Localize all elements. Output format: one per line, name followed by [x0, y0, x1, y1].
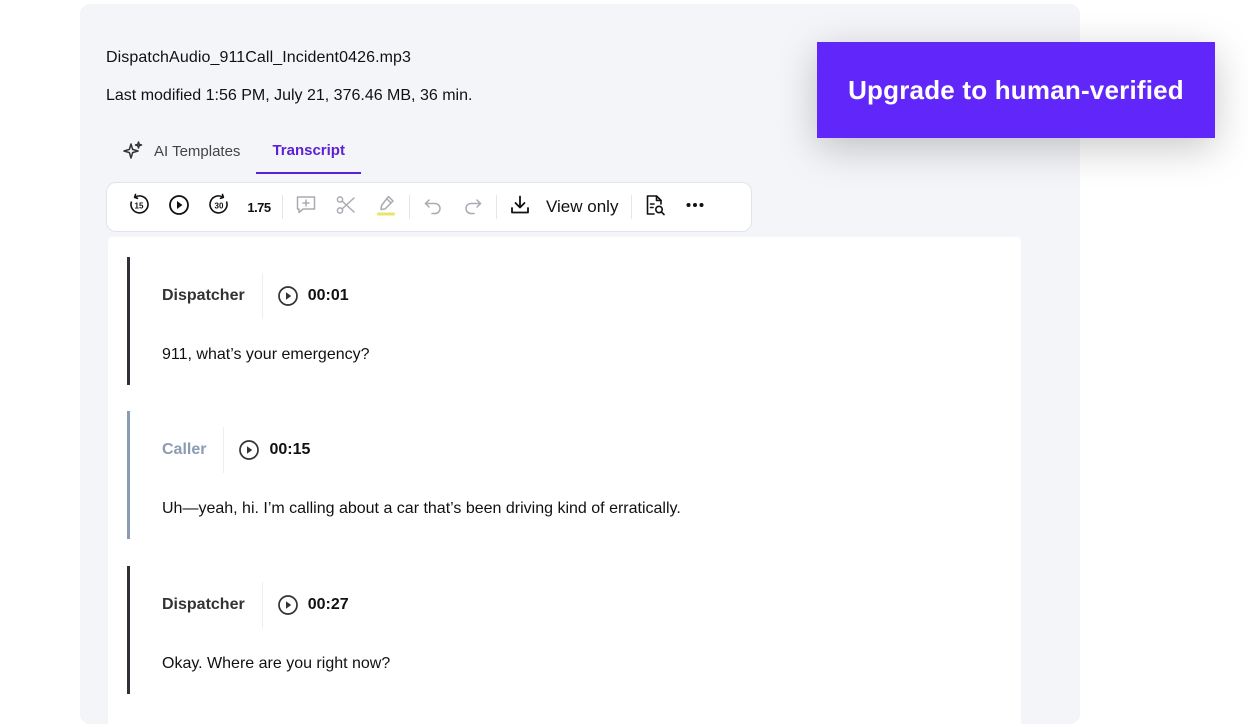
transcript-toolbar: 15 30 1.75 View only	[106, 182, 752, 232]
segment-timestamp: 00:01	[307, 287, 349, 304]
segment-play-button[interactable]: 00:27	[277, 594, 349, 616]
cut-button[interactable]	[326, 187, 366, 227]
rewind-15-button[interactable]: 15	[119, 187, 159, 227]
segment-timestamp: 00:27	[307, 596, 349, 613]
toolbar-divider	[496, 195, 497, 219]
speaker-bar	[127, 411, 130, 539]
download-button[interactable]	[500, 187, 540, 227]
segment-header: Dispatcher 00:27	[162, 582, 349, 628]
transcript-content: Dispatcher 00:01 911, what’s your emerge…	[108, 237, 1021, 727]
speaker-name[interactable]: Dispatcher	[162, 273, 263, 319]
segment-text: Uh—yeah, hi. I’m calling about a car tha…	[162, 500, 681, 517]
segment-header: Dispatcher 00:01	[162, 273, 349, 319]
more-icon	[683, 193, 707, 222]
segment-header: Caller 00:15	[162, 427, 310, 473]
undo-button[interactable]	[413, 187, 453, 227]
speaker-bar	[127, 566, 130, 694]
speaker-name[interactable]: Caller	[162, 427, 225, 473]
toolbar-divider	[409, 195, 410, 219]
toolbar-divider	[282, 195, 283, 219]
undo-icon	[422, 194, 444, 221]
segment-text: 911, what’s your emergency?	[162, 346, 370, 363]
segment-play-button[interactable]: 00:01	[277, 285, 349, 307]
scissors-icon	[334, 193, 358, 222]
tab-ai-templates-label: AI Templates	[154, 142, 241, 160]
play-circle-icon	[277, 594, 299, 616]
segment-timestamp: 00:15	[269, 441, 311, 458]
view-mode-button[interactable]: View only	[540, 197, 628, 217]
svg-text:30: 30	[215, 201, 224, 210]
tab-ai-templates[interactable]: AI Templates	[106, 128, 256, 174]
speaker-name[interactable]: Dispatcher	[162, 582, 263, 628]
segment-text: Okay. Where are you right now?	[162, 655, 391, 672]
more-options-button[interactable]	[675, 187, 715, 227]
forward-30-button[interactable]: 30	[199, 187, 239, 227]
rewind-15-icon: 15	[127, 193, 151, 222]
highlighter-icon	[374, 193, 398, 222]
tab-transcript-label: Transcript	[272, 141, 345, 159]
tab-bar: AI Templates Transcript	[106, 128, 361, 174]
redo-icon	[462, 194, 484, 221]
toolbar-divider	[631, 195, 633, 219]
play-button[interactable]	[159, 187, 199, 227]
download-icon	[508, 193, 532, 222]
upgrade-button[interactable]: Upgrade to human-verified	[817, 42, 1215, 138]
search-transcript-button[interactable]	[635, 187, 675, 227]
play-circle-icon	[238, 439, 260, 461]
file-meta: Last modified 1:56 PM, July 21, 376.46 M…	[106, 87, 473, 104]
redo-button[interactable]	[453, 187, 493, 227]
forward-30-icon: 30	[207, 193, 231, 222]
speaker-bar	[127, 257, 130, 385]
add-comment-button[interactable]	[286, 187, 326, 227]
document-search-icon	[643, 193, 667, 222]
tab-transcript[interactable]: Transcript	[256, 128, 361, 174]
play-circle-icon	[277, 285, 299, 307]
add-comment-icon	[294, 193, 318, 222]
playback-speed-button[interactable]: 1.75	[239, 187, 279, 227]
file-name: DispatchAudio_911Call_Incident0426.mp3	[106, 49, 412, 66]
play-icon	[167, 193, 191, 222]
svg-text:15: 15	[135, 201, 144, 210]
highlight-button[interactable]	[366, 187, 406, 227]
segment-play-button[interactable]: 00:15	[238, 439, 310, 461]
sparkles-icon	[122, 140, 144, 162]
